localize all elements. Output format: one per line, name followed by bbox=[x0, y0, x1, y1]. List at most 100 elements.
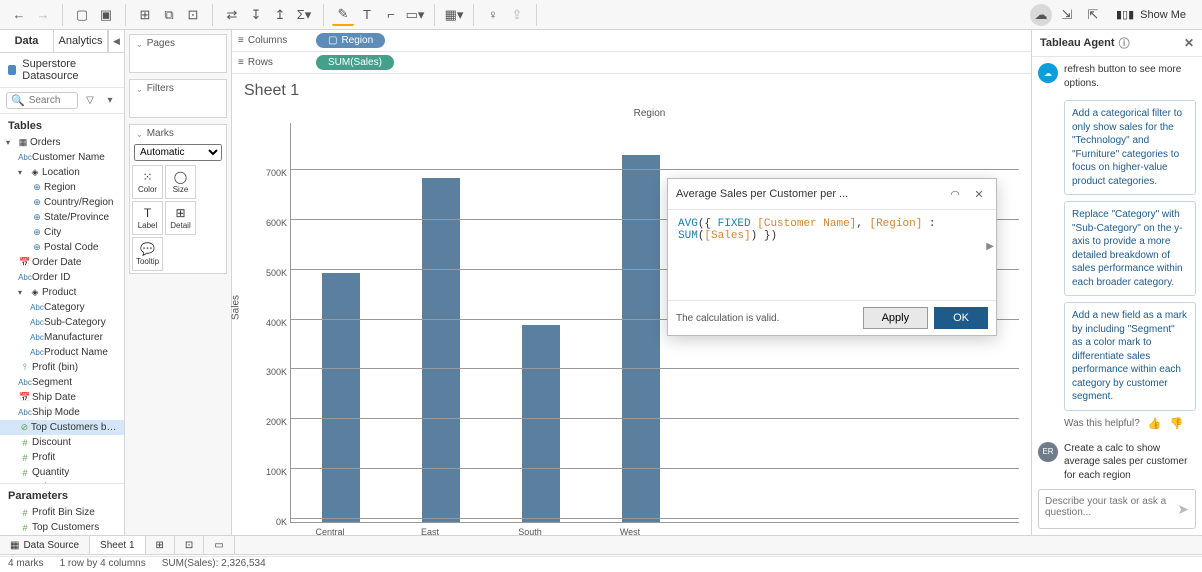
tab-analytics[interactable]: Analytics bbox=[54, 30, 108, 52]
agent-title: Tableau Agent bbox=[1040, 37, 1115, 49]
mark-detail[interactable]: ⊞Detail bbox=[165, 201, 196, 235]
field-city[interactable]: ⊕City bbox=[0, 225, 124, 240]
field-postal-code[interactable]: ⊕Postal Code bbox=[0, 240, 124, 255]
pages-card[interactable]: Pages bbox=[129, 34, 227, 73]
new-datasource-icon[interactable]: ▣ bbox=[95, 4, 117, 26]
forward-icon[interactable]: → bbox=[32, 4, 54, 26]
param-top-customers[interactable]: #Top Customers bbox=[0, 520, 124, 535]
back-icon[interactable]: ← bbox=[8, 4, 30, 26]
duplicate-icon[interactable]: ⧉ bbox=[158, 4, 180, 26]
filters-card[interactable]: Filters bbox=[129, 79, 227, 118]
ok-button[interactable]: OK bbox=[934, 307, 988, 329]
parameters-heading: Parameters bbox=[0, 483, 124, 505]
search-field[interactable] bbox=[29, 95, 73, 106]
datasource-row[interactable]: Superstore Datasource bbox=[0, 53, 124, 88]
cards-icon[interactable]: ▦▾ bbox=[443, 4, 465, 26]
user-message: Create a calc to show average sales per … bbox=[1064, 442, 1196, 483]
field-category[interactable]: AbcCategory bbox=[0, 300, 124, 315]
field-sub-category[interactable]: AbcSub-Category bbox=[0, 315, 124, 330]
agent-close-icon[interactable]: ✕ bbox=[1184, 36, 1194, 50]
bar-west[interactable] bbox=[611, 123, 671, 522]
marks-type-select[interactable]: Automatic bbox=[134, 144, 222, 161]
expand-icon[interactable]: ◠ bbox=[946, 185, 964, 203]
new-sheet-icon[interactable]: ⊞ bbox=[146, 536, 175, 554]
suggestion-1[interactable]: Add a categorical filter to only show sa… bbox=[1064, 100, 1196, 195]
calc-formula[interactable]: AVG({ FIXED [Customer Name], [Region] : … bbox=[668, 210, 996, 300]
sheet-1-tab[interactable]: Sheet 1 bbox=[90, 536, 145, 554]
menu-icon[interactable]: ▾ bbox=[102, 93, 118, 109]
sort-desc-icon[interactable]: ↥ bbox=[269, 4, 291, 26]
mark-size[interactable]: ◯Size bbox=[165, 165, 196, 199]
show-me-button[interactable]: ▮▯▮ Show Me bbox=[1108, 6, 1194, 23]
field-profit-bin[interactable]: ⫯Profit (bin) bbox=[0, 360, 124, 375]
new-worksheet-icon[interactable]: ⊞ bbox=[134, 4, 156, 26]
field-location[interactable]: ▾◈Location bbox=[0, 165, 124, 180]
columns-pill-region[interactable]: ▢Region bbox=[316, 33, 385, 48]
bar-central[interactable] bbox=[311, 123, 371, 522]
tableau-agent-icon[interactable]: ☁ bbox=[1030, 4, 1052, 26]
field-order-id[interactable]: AbcOrder ID bbox=[0, 270, 124, 285]
rows-icon: ≡ bbox=[238, 57, 244, 68]
totals-icon[interactable]: Σ▾ bbox=[293, 4, 315, 26]
share-icon[interactable]: ⇪ bbox=[506, 4, 528, 26]
status-agg: SUM(Sales): 2,326,534 bbox=[162, 558, 266, 571]
mark-tooltip[interactable]: 💬Tooltip bbox=[132, 237, 163, 271]
table-orders[interactable]: ▾▦Orders bbox=[0, 135, 124, 150]
field-ship-mode[interactable]: AbcShip Mode bbox=[0, 405, 124, 420]
search-input[interactable]: 🔍 bbox=[6, 92, 78, 109]
info-icon[interactable]: ⓘ bbox=[1119, 35, 1130, 51]
expand-right-icon[interactable]: ▶ bbox=[986, 241, 994, 252]
field-segment[interactable]: AbcSegment bbox=[0, 375, 124, 390]
data-source-tab[interactable]: ▦Data Source bbox=[0, 536, 90, 554]
mark-label[interactable]: TLabel bbox=[132, 201, 163, 235]
field-discount[interactable]: #Discount bbox=[0, 435, 124, 450]
suggestion-3[interactable]: Add a new field as a mark by including "… bbox=[1064, 302, 1196, 411]
field-profit[interactable]: #Profit bbox=[0, 450, 124, 465]
send-icon[interactable]: ➤ bbox=[1177, 501, 1189, 518]
highlight-icon[interactable]: ✎ bbox=[332, 4, 354, 26]
sheet-title[interactable]: Sheet 1 bbox=[232, 74, 1031, 108]
filter-icon[interactable]: ▽ bbox=[82, 93, 98, 109]
rows-pill-sales[interactable]: SUM(Sales) bbox=[316, 55, 394, 70]
suggestion-2[interactable]: Replace "Category" with "Sub-Category" o… bbox=[1064, 201, 1196, 296]
rows-shelf[interactable]: ≡Rows SUM(Sales) bbox=[232, 52, 1031, 74]
field-top-customers[interactable]: ⊘Top Customers by P... bbox=[0, 420, 124, 435]
mark-color[interactable]: ⁙Color bbox=[132, 165, 163, 199]
field-customer-name[interactable]: AbcCustomer Name bbox=[0, 150, 124, 165]
save-icon[interactable]: ▢ bbox=[71, 4, 93, 26]
field-manufacturer[interactable]: AbcManufacturer bbox=[0, 330, 124, 345]
format-icon[interactable]: ⌐ bbox=[380, 4, 402, 26]
bar-south[interactable] bbox=[511, 123, 571, 522]
param-profit-bin-size[interactable]: #Profit Bin Size bbox=[0, 505, 124, 520]
new-story-icon[interactable]: ▭ bbox=[204, 536, 234, 554]
columns-shelf[interactable]: ≡Columns ▢Region bbox=[232, 30, 1031, 52]
presentation-icon[interactable]: ♀ bbox=[482, 4, 504, 26]
apply-button[interactable]: Apply bbox=[863, 307, 929, 329]
fit-icon[interactable]: ▭▾ bbox=[404, 4, 426, 26]
sort-asc-icon[interactable]: ↧ bbox=[245, 4, 267, 26]
agent-textarea[interactable] bbox=[1045, 496, 1173, 522]
field-state-province[interactable]: ⊕State/Province bbox=[0, 210, 124, 225]
bar-east[interactable] bbox=[411, 123, 471, 522]
thumbs-down-icon[interactable]: 👎 bbox=[1169, 417, 1183, 430]
tab-data[interactable]: Data bbox=[0, 30, 54, 52]
field-quantity[interactable]: #Quantity bbox=[0, 465, 124, 480]
guide-icon[interactable]: ⇲ bbox=[1056, 4, 1078, 26]
field-order-date[interactable]: 📅Order Date bbox=[0, 255, 124, 270]
field-product-name[interactable]: AbcProduct Name bbox=[0, 345, 124, 360]
new-dashboard-icon[interactable]: ⊡ bbox=[175, 536, 204, 554]
calc-status: The calculation is valid. bbox=[676, 313, 857, 324]
close-icon[interactable]: ✕ bbox=[970, 185, 988, 203]
field-region[interactable]: ⊕Region bbox=[0, 180, 124, 195]
calc-title[interactable]: Average Sales per Customer per ... bbox=[676, 188, 940, 200]
swap-icon[interactable]: ⇄ bbox=[221, 4, 243, 26]
labels-icon[interactable]: T bbox=[356, 4, 378, 26]
field-product[interactable]: ▾◈Product bbox=[0, 285, 124, 300]
field-ship-date[interactable]: 📅Ship Date bbox=[0, 390, 124, 405]
agent-input[interactable]: ➤ bbox=[1038, 489, 1196, 529]
pin-icon[interactable]: ⇱ bbox=[1082, 4, 1104, 26]
collapse-pane-icon[interactable]: ◀ bbox=[108, 30, 124, 52]
clear-icon[interactable]: ⊡ bbox=[182, 4, 204, 26]
field-country-region[interactable]: ⊕Country/Region bbox=[0, 195, 124, 210]
thumbs-up-icon[interactable]: 👍 bbox=[1148, 417, 1162, 430]
